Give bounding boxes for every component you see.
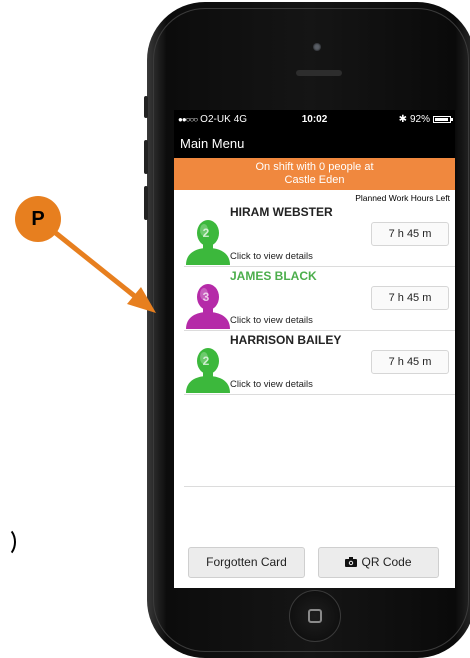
- person-row[interactable]: 3 JAMES BLACK 7 h 45 m Click to view detail…: [184, 267, 455, 331]
- hours-left-value: 7 h 45 m: [371, 222, 449, 246]
- status-bar: ●●○○○ O2-UK 4G 10:02 ✱ 92%: [174, 110, 455, 128]
- battery-icon: [433, 115, 453, 123]
- callout-badge: P: [15, 196, 61, 242]
- shift-banner-line1: On shift with 0 people at: [255, 161, 374, 173]
- person-avatar-icon: 3: [186, 284, 230, 329]
- qr-code-label: QR Code: [361, 555, 412, 569]
- divider: [184, 486, 455, 487]
- person-name: JAMES BLACK: [230, 269, 317, 283]
- forgotten-card-button[interactable]: Forgotten Card: [188, 546, 305, 578]
- page-title: Main Menu: [180, 135, 245, 151]
- camera-icon: [345, 557, 358, 567]
- bottom-bar: Forgotten Card QR Code: [174, 540, 455, 588]
- avatar-badge: 3: [203, 290, 210, 304]
- person-row[interactable]: 2 HIRAM WEBSTER 7 h 45 m Click to view deta…: [184, 203, 455, 267]
- view-details-link[interactable]: Click to view details: [230, 315, 313, 326]
- qr-code-button[interactable]: QR Code: [318, 546, 439, 578]
- forgotten-card-label: Forgotten Card: [206, 555, 287, 569]
- people-list: 2 HIRAM WEBSTER 7 h 45 m Click to view deta…: [184, 203, 455, 395]
- person-avatar-icon: 2: [186, 348, 230, 393]
- avatar-badge: 2: [203, 354, 210, 368]
- status-time: 10:02: [301, 113, 328, 125]
- callout-label: P: [31, 207, 45, 230]
- person-name: HARRISON BAILEY: [230, 333, 342, 347]
- shift-banner-line2: Castle Eden: [284, 174, 345, 186]
- app-header: Main Menu: [174, 128, 455, 158]
- view-details-link[interactable]: Click to view details: [230, 251, 313, 262]
- person-avatar-icon: 2: [186, 220, 230, 265]
- person-row[interactable]: 2 HARRISON BAILEY 7 h 45 m Click to view de…: [184, 331, 455, 395]
- shift-banner: On shift with 0 people at Castle Eden: [174, 158, 455, 190]
- hours-left-value: 7 h 45 m: [371, 286, 449, 310]
- view-details-link[interactable]: Click to view details: [230, 379, 313, 390]
- hours-left-value: 7 h 45 m: [371, 350, 449, 374]
- person-name: HIRAM WEBSTER: [230, 205, 333, 219]
- column-header: Planned Work Hours Left: [355, 193, 450, 203]
- app-screen: ●●○○○ O2-UK 4G 10:02 ✱ 92% Main Menu On …: [174, 110, 455, 588]
- avatar-badge: 2: [203, 226, 210, 240]
